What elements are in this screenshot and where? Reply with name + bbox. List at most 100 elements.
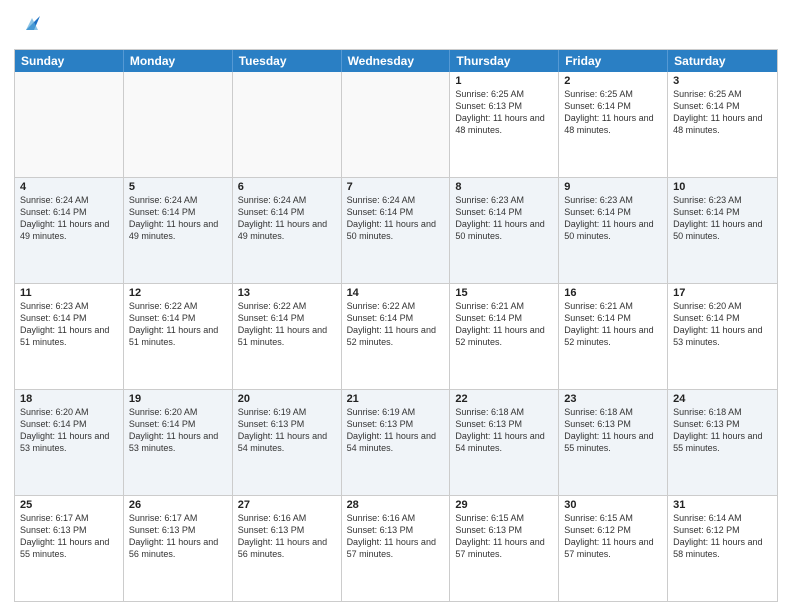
- calendar-cell: 21Sunrise: 6:19 AM Sunset: 6:13 PM Dayli…: [342, 390, 451, 495]
- calendar-cell: 19Sunrise: 6:20 AM Sunset: 6:14 PM Dayli…: [124, 390, 233, 495]
- calendar-row: 18Sunrise: 6:20 AM Sunset: 6:14 PM Dayli…: [15, 389, 777, 495]
- day-number: 25: [20, 499, 118, 511]
- calendar-cell: 3Sunrise: 6:25 AM Sunset: 6:14 PM Daylig…: [668, 72, 777, 177]
- day-number: 3: [673, 75, 772, 87]
- day-info: Sunrise: 6:23 AM Sunset: 6:14 PM Dayligh…: [564, 194, 662, 243]
- day-number: 7: [347, 181, 445, 193]
- day-info: Sunrise: 6:18 AM Sunset: 6:13 PM Dayligh…: [673, 406, 772, 455]
- calendar-cell: 16Sunrise: 6:21 AM Sunset: 6:14 PM Dayli…: [559, 284, 668, 389]
- weekday-header: Thursday: [450, 50, 559, 72]
- day-number: 20: [238, 393, 336, 405]
- day-info: Sunrise: 6:25 AM Sunset: 6:13 PM Dayligh…: [455, 88, 553, 137]
- calendar-cell: 26Sunrise: 6:17 AM Sunset: 6:13 PM Dayli…: [124, 496, 233, 601]
- day-info: Sunrise: 6:14 AM Sunset: 6:12 PM Dayligh…: [673, 512, 772, 561]
- calendar-cell: 12Sunrise: 6:22 AM Sunset: 6:14 PM Dayli…: [124, 284, 233, 389]
- logo: [14, 14, 48, 43]
- day-info: Sunrise: 6:20 AM Sunset: 6:14 PM Dayligh…: [673, 300, 772, 349]
- calendar-cell: [342, 72, 451, 177]
- calendar-cell: 30Sunrise: 6:15 AM Sunset: 6:12 PM Dayli…: [559, 496, 668, 601]
- day-info: Sunrise: 6:22 AM Sunset: 6:14 PM Dayligh…: [129, 300, 227, 349]
- day-info: Sunrise: 6:24 AM Sunset: 6:14 PM Dayligh…: [20, 194, 118, 243]
- day-info: Sunrise: 6:15 AM Sunset: 6:12 PM Dayligh…: [564, 512, 662, 561]
- calendar-row: 1Sunrise: 6:25 AM Sunset: 6:13 PM Daylig…: [15, 72, 777, 177]
- day-info: Sunrise: 6:17 AM Sunset: 6:13 PM Dayligh…: [20, 512, 118, 561]
- day-info: Sunrise: 6:23 AM Sunset: 6:14 PM Dayligh…: [455, 194, 553, 243]
- day-info: Sunrise: 6:23 AM Sunset: 6:14 PM Dayligh…: [673, 194, 772, 243]
- day-info: Sunrise: 6:24 AM Sunset: 6:14 PM Dayligh…: [129, 194, 227, 243]
- day-info: Sunrise: 6:25 AM Sunset: 6:14 PM Dayligh…: [673, 88, 772, 137]
- day-number: 30: [564, 499, 662, 511]
- header: [14, 10, 778, 43]
- day-number: 4: [20, 181, 118, 193]
- day-number: 29: [455, 499, 553, 511]
- calendar-cell: 5Sunrise: 6:24 AM Sunset: 6:14 PM Daylig…: [124, 178, 233, 283]
- day-number: 24: [673, 393, 772, 405]
- calendar-cell: [124, 72, 233, 177]
- day-info: Sunrise: 6:20 AM Sunset: 6:14 PM Dayligh…: [20, 406, 118, 455]
- calendar-cell: 8Sunrise: 6:23 AM Sunset: 6:14 PM Daylig…: [450, 178, 559, 283]
- day-info: Sunrise: 6:19 AM Sunset: 6:13 PM Dayligh…: [347, 406, 445, 455]
- day-info: Sunrise: 6:16 AM Sunset: 6:13 PM Dayligh…: [347, 512, 445, 561]
- day-number: 12: [129, 287, 227, 299]
- calendar-cell: 27Sunrise: 6:16 AM Sunset: 6:13 PM Dayli…: [233, 496, 342, 601]
- day-number: 9: [564, 181, 662, 193]
- calendar-cell: 23Sunrise: 6:18 AM Sunset: 6:13 PM Dayli…: [559, 390, 668, 495]
- day-number: 8: [455, 181, 553, 193]
- calendar-cell: 9Sunrise: 6:23 AM Sunset: 6:14 PM Daylig…: [559, 178, 668, 283]
- day-info: Sunrise: 6:24 AM Sunset: 6:14 PM Dayligh…: [238, 194, 336, 243]
- day-number: 15: [455, 287, 553, 299]
- day-number: 6: [238, 181, 336, 193]
- weekday-header: Friday: [559, 50, 668, 72]
- logo-icon: [18, 8, 48, 43]
- calendar-body: 1Sunrise: 6:25 AM Sunset: 6:13 PM Daylig…: [15, 72, 777, 601]
- day-number: 19: [129, 393, 227, 405]
- day-info: Sunrise: 6:24 AM Sunset: 6:14 PM Dayligh…: [347, 194, 445, 243]
- day-number: 22: [455, 393, 553, 405]
- day-info: Sunrise: 6:21 AM Sunset: 6:14 PM Dayligh…: [455, 300, 553, 349]
- day-number: 21: [347, 393, 445, 405]
- calendar: SundayMondayTuesdayWednesdayThursdayFrid…: [14, 49, 778, 602]
- weekday-header: Monday: [124, 50, 233, 72]
- day-number: 13: [238, 287, 336, 299]
- page: SundayMondayTuesdayWednesdayThursdayFrid…: [0, 0, 792, 612]
- calendar-cell: 15Sunrise: 6:21 AM Sunset: 6:14 PM Dayli…: [450, 284, 559, 389]
- day-number: 16: [564, 287, 662, 299]
- day-number: 17: [673, 287, 772, 299]
- weekday-header: Tuesday: [233, 50, 342, 72]
- calendar-header: SundayMondayTuesdayWednesdayThursdayFrid…: [15, 50, 777, 72]
- day-number: 14: [347, 287, 445, 299]
- day-info: Sunrise: 6:18 AM Sunset: 6:13 PM Dayligh…: [564, 406, 662, 455]
- day-number: 31: [673, 499, 772, 511]
- calendar-cell: 25Sunrise: 6:17 AM Sunset: 6:13 PM Dayli…: [15, 496, 124, 601]
- calendar-cell: [15, 72, 124, 177]
- calendar-cell: 18Sunrise: 6:20 AM Sunset: 6:14 PM Dayli…: [15, 390, 124, 495]
- day-info: Sunrise: 6:21 AM Sunset: 6:14 PM Dayligh…: [564, 300, 662, 349]
- calendar-cell: 28Sunrise: 6:16 AM Sunset: 6:13 PM Dayli…: [342, 496, 451, 601]
- day-info: Sunrise: 6:19 AM Sunset: 6:13 PM Dayligh…: [238, 406, 336, 455]
- day-number: 5: [129, 181, 227, 193]
- day-info: Sunrise: 6:15 AM Sunset: 6:13 PM Dayligh…: [455, 512, 553, 561]
- calendar-cell: 6Sunrise: 6:24 AM Sunset: 6:14 PM Daylig…: [233, 178, 342, 283]
- day-number: 2: [564, 75, 662, 87]
- day-number: 1: [455, 75, 553, 87]
- day-info: Sunrise: 6:22 AM Sunset: 6:14 PM Dayligh…: [238, 300, 336, 349]
- day-info: Sunrise: 6:22 AM Sunset: 6:14 PM Dayligh…: [347, 300, 445, 349]
- calendar-cell: 24Sunrise: 6:18 AM Sunset: 6:13 PM Dayli…: [668, 390, 777, 495]
- calendar-row: 25Sunrise: 6:17 AM Sunset: 6:13 PM Dayli…: [15, 495, 777, 601]
- calendar-cell: 22Sunrise: 6:18 AM Sunset: 6:13 PM Dayli…: [450, 390, 559, 495]
- day-info: Sunrise: 6:20 AM Sunset: 6:14 PM Dayligh…: [129, 406, 227, 455]
- calendar-cell: 2Sunrise: 6:25 AM Sunset: 6:14 PM Daylig…: [559, 72, 668, 177]
- calendar-cell: 29Sunrise: 6:15 AM Sunset: 6:13 PM Dayli…: [450, 496, 559, 601]
- calendar-row: 11Sunrise: 6:23 AM Sunset: 6:14 PM Dayli…: [15, 283, 777, 389]
- weekday-header: Wednesday: [342, 50, 451, 72]
- day-info: Sunrise: 6:18 AM Sunset: 6:13 PM Dayligh…: [455, 406, 553, 455]
- calendar-cell: 20Sunrise: 6:19 AM Sunset: 6:13 PM Dayli…: [233, 390, 342, 495]
- weekday-header: Saturday: [668, 50, 777, 72]
- calendar-row: 4Sunrise: 6:24 AM Sunset: 6:14 PM Daylig…: [15, 177, 777, 283]
- day-info: Sunrise: 6:17 AM Sunset: 6:13 PM Dayligh…: [129, 512, 227, 561]
- day-number: 18: [20, 393, 118, 405]
- day-number: 23: [564, 393, 662, 405]
- calendar-cell: 1Sunrise: 6:25 AM Sunset: 6:13 PM Daylig…: [450, 72, 559, 177]
- calendar-cell: 7Sunrise: 6:24 AM Sunset: 6:14 PM Daylig…: [342, 178, 451, 283]
- weekday-header: Sunday: [15, 50, 124, 72]
